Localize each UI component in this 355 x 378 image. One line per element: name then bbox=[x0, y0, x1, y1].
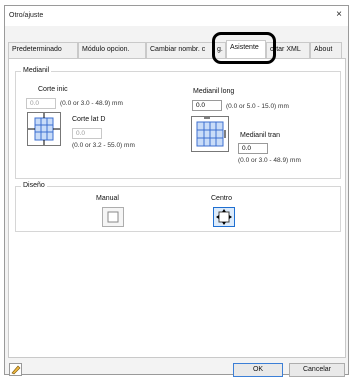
corte-lat-d-label: Corte lat D bbox=[72, 116, 106, 123]
manual-layout-icon bbox=[107, 211, 119, 223]
medianil-tran-input[interactable]: 0.0 bbox=[238, 143, 268, 154]
diseno-group: Diseño Manual Centro bbox=[15, 182, 341, 232]
tab-modulo-opcion[interactable]: Módulo opcion. bbox=[78, 42, 146, 58]
tab-panel: Medianil Corte inic 0.0 (0.0 or 3.0 - 48… bbox=[8, 58, 346, 358]
cancel-button[interactable]: Cancelar bbox=[289, 363, 345, 377]
close-icon[interactable]: × bbox=[336, 9, 342, 21]
medianil-tran-label: Medianil tran bbox=[240, 132, 281, 139]
tab-bar: Predeterminado Módulo opcion. Cambiar no… bbox=[8, 40, 346, 58]
medianil-long-input[interactable]: 0.0 bbox=[192, 100, 222, 111]
corte-diagram-icon bbox=[27, 112, 61, 146]
corte-lat-d-range: (0.0 or 3.2 - 55.0) mm bbox=[72, 142, 135, 149]
medianil-group: Medianil Corte inic 0.0 (0.0 or 3.0 - 48… bbox=[15, 67, 341, 179]
tab-cambiar-nombre[interactable]: Cambiar nombr. c bbox=[146, 42, 213, 58]
centro-label: Centro bbox=[211, 195, 233, 202]
medianil-long-label: Medianil long bbox=[193, 88, 235, 95]
tab-predeterminado[interactable]: Predeterminado bbox=[8, 42, 78, 58]
manual-label: Manual bbox=[96, 195, 119, 202]
title-bar: Otro/ajuste × bbox=[5, 6, 348, 26]
centro-layout-icon bbox=[216, 209, 232, 225]
dialog-window: Otro/ajuste × Predeterminado Módulo opci… bbox=[4, 5, 349, 377]
tab-partial[interactable]: g. bbox=[213, 42, 226, 58]
medianil-long-range: (0.0 or 5.0 - 15.0) mm bbox=[226, 103, 289, 110]
corte-inic-range: (0.0 or 3.0 - 48.9) mm bbox=[60, 100, 123, 107]
window-title: Otro/ajuste bbox=[9, 12, 44, 19]
corte-inic-label: Corte inic bbox=[38, 86, 68, 93]
tab-asistente[interactable]: Asistente bbox=[226, 40, 266, 58]
medianil-diagram-icon bbox=[191, 116, 229, 152]
medianil-group-title: Medianil bbox=[21, 67, 52, 74]
corte-lat-d-input[interactable]: 0.0 bbox=[72, 128, 102, 139]
pencil-icon[interactable] bbox=[9, 363, 22, 376]
medianil-tran-range: (0.0 or 3.0 - 48.9) mm bbox=[238, 157, 301, 164]
centro-layout-button[interactable] bbox=[213, 207, 235, 227]
tab-importar-xml[interactable]: ortar XML bbox=[266, 42, 310, 58]
manual-layout-button[interactable] bbox=[102, 207, 124, 227]
diseno-group-title: Diseño bbox=[21, 182, 47, 189]
tab-about[interactable]: About bbox=[310, 42, 342, 58]
ok-button[interactable]: OK bbox=[233, 363, 283, 377]
corte-inic-input[interactable]: 0.0 bbox=[26, 98, 56, 109]
